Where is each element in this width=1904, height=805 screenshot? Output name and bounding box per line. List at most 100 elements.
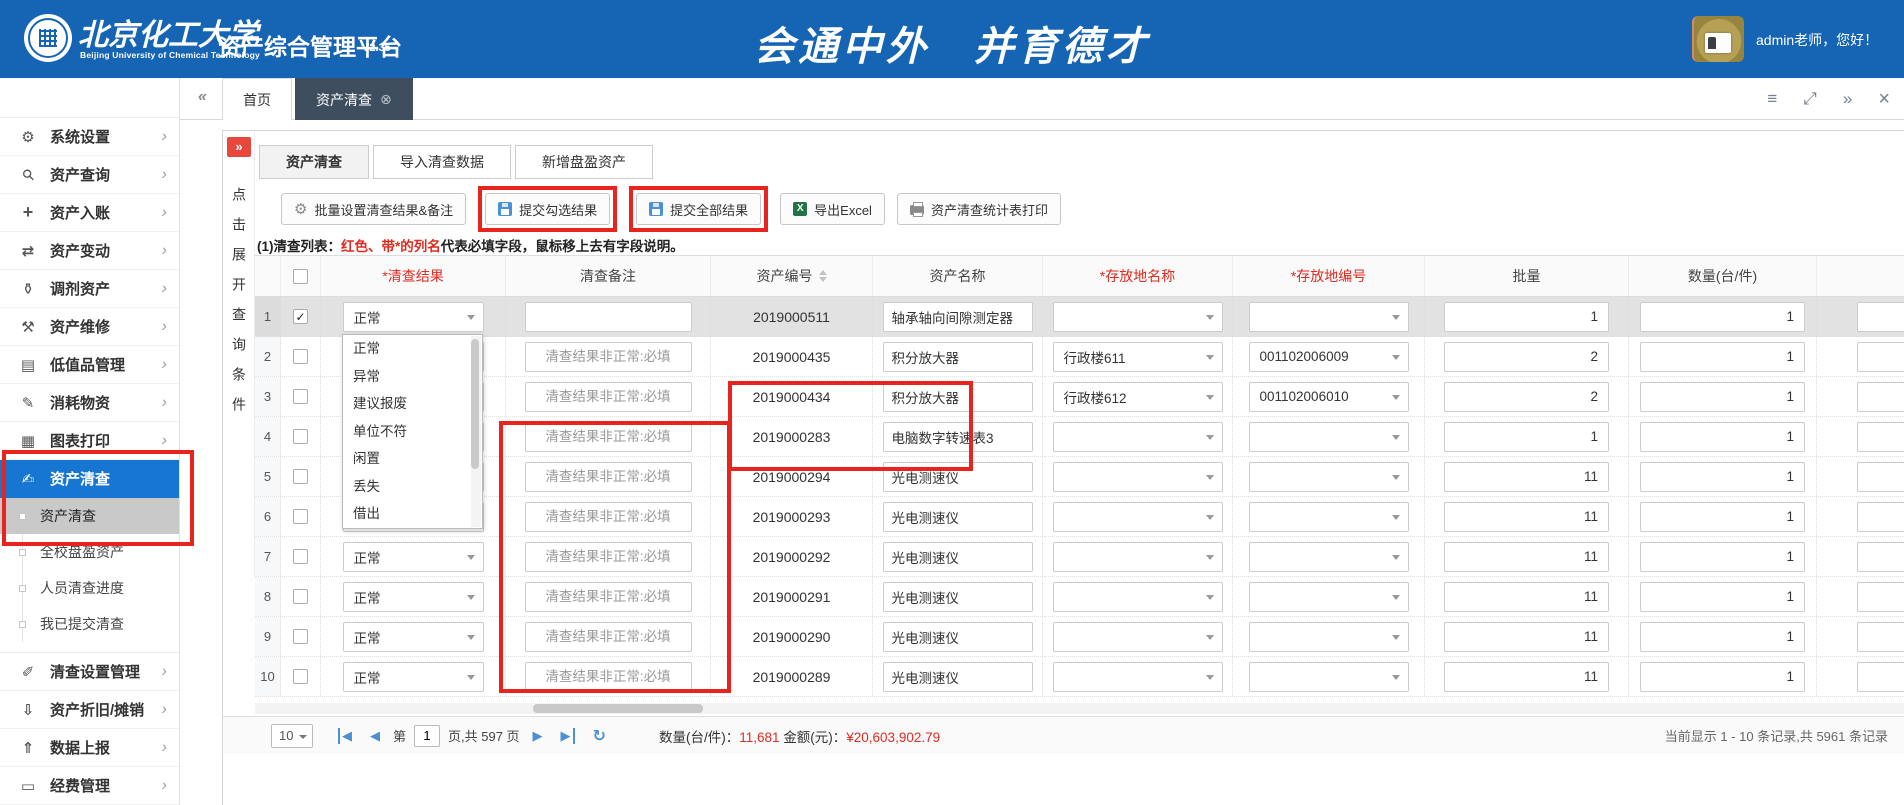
- forward-icon[interactable]: [1843, 89, 1852, 109]
- location-code-select[interactable]: 001102006009: [1249, 342, 1409, 372]
- row-checkbox[interactable]: [293, 549, 308, 564]
- location-code-select[interactable]: [1249, 462, 1409, 492]
- location-name-select[interactable]: [1053, 582, 1223, 612]
- content-tab[interactable]: 新增盘盈资产: [515, 145, 653, 179]
- location-code-select[interactable]: [1249, 422, 1409, 452]
- location-name-select[interactable]: [1053, 462, 1223, 492]
- content-tab[interactable]: 导入清查数据: [373, 145, 511, 179]
- page-tab[interactable]: 资产清查: [295, 78, 413, 120]
- check-comment-input[interactable]: [525, 582, 692, 612]
- location-code-select[interactable]: [1249, 662, 1409, 692]
- quantity-input[interactable]: [1640, 542, 1805, 572]
- sidebar-item[interactable]: 经费管理: [0, 767, 179, 805]
- check-result-select[interactable]: 正常: [343, 622, 484, 652]
- location-code-select[interactable]: 001102006010: [1249, 382, 1409, 412]
- quantity-input[interactable]: [1640, 462, 1805, 492]
- batch-input[interactable]: [1444, 582, 1609, 612]
- row-checkbox[interactable]: [293, 349, 308, 364]
- check-comment-input[interactable]: [525, 662, 692, 692]
- quantity-input[interactable]: [1640, 502, 1805, 532]
- row-checkbox[interactable]: [293, 629, 308, 644]
- row-checkbox[interactable]: [293, 469, 308, 484]
- expand-icon[interactable]: [1803, 89, 1817, 109]
- batch-input[interactable]: [1444, 342, 1609, 372]
- dropdown-scrollbar-thumb[interactable]: [471, 339, 479, 469]
- batch-input[interactable]: [1444, 502, 1609, 532]
- dropdown-option[interactable]: 正常: [343, 335, 482, 363]
- check-comment-input[interactable]: [525, 342, 692, 372]
- row-checkbox[interactable]: [293, 389, 308, 404]
- sidebar-item[interactable]: 资产变动: [0, 232, 179, 270]
- content-tab[interactable]: 资产清查: [259, 145, 369, 179]
- sidebar-subitem[interactable]: 人员清查进度: [0, 570, 179, 606]
- dropdown-scrollbar-track[interactable]: [471, 336, 481, 527]
- batch-input[interactable]: [1444, 462, 1609, 492]
- dropdown-option[interactable]: 异常: [343, 363, 482, 391]
- next-page-button[interactable]: [533, 728, 543, 744]
- check-comment-input[interactable]: [525, 422, 692, 452]
- dropdown-option[interactable]: 单位不符: [343, 418, 482, 446]
- sidebar-item[interactable]: 资产入账: [0, 194, 179, 232]
- check-result-select[interactable]: 正常: [343, 582, 484, 612]
- menu-icon[interactable]: [1767, 89, 1777, 109]
- location-name-select[interactable]: [1053, 662, 1223, 692]
- batch-input[interactable]: [1444, 302, 1609, 332]
- quantity-input[interactable]: [1640, 422, 1805, 452]
- check-comment-input[interactable]: [525, 462, 692, 492]
- select-all-checkbox[interactable]: [293, 269, 308, 284]
- location-code-select[interactable]: [1249, 502, 1409, 532]
- export-excel-button[interactable]: 导出Excel: [780, 193, 885, 225]
- check-result-select[interactable]: 正常: [343, 662, 484, 692]
- row-checkbox[interactable]: [293, 309, 308, 324]
- sidebar-item[interactable]: 资产折旧/摊销: [0, 691, 179, 729]
- check-comment-input[interactable]: [525, 382, 692, 412]
- location-code-select[interactable]: [1249, 302, 1409, 332]
- dropdown-option[interactable]: 建议报废: [343, 390, 482, 418]
- last-page-button[interactable]: [561, 728, 575, 744]
- sidebar-item[interactable]: 资产查询: [0, 156, 179, 194]
- check-comment-input[interactable]: [525, 622, 692, 652]
- batch-input[interactable]: [1444, 542, 1609, 572]
- page-input[interactable]: [414, 725, 440, 747]
- close-icon[interactable]: [1878, 88, 1890, 111]
- row-checkbox[interactable]: [293, 589, 308, 604]
- page-size-select[interactable]: 10: [271, 724, 313, 748]
- sidebar-item[interactable]: 资产清查: [0, 460, 179, 498]
- sidebar-item[interactable]: 清查设置管理: [0, 653, 179, 691]
- location-name-select[interactable]: [1053, 302, 1223, 332]
- quantity-input[interactable]: [1640, 662, 1805, 692]
- submit-all-results-button[interactable]: 提交全部结果: [636, 193, 761, 225]
- quantity-input[interactable]: [1640, 302, 1805, 332]
- avatar[interactable]: [1692, 16, 1744, 62]
- location-name-select[interactable]: [1053, 542, 1223, 572]
- sidebar-item[interactable]: 调剂资产: [0, 270, 179, 308]
- location-code-select[interactable]: [1249, 622, 1409, 652]
- location-code-select[interactable]: [1249, 582, 1409, 612]
- sidebar-item[interactable]: 资产维修: [0, 308, 179, 346]
- dropdown-option[interactable]: 丢失: [343, 473, 482, 501]
- batch-input[interactable]: [1444, 422, 1609, 452]
- row-checkbox[interactable]: [293, 669, 308, 684]
- sidebar-item[interactable]: 系统设置: [0, 118, 179, 156]
- quantity-input[interactable]: [1640, 342, 1805, 372]
- collapse-tabs-icon[interactable]: [198, 88, 207, 106]
- row-checkbox[interactable]: [293, 429, 308, 444]
- quantity-input[interactable]: [1640, 622, 1805, 652]
- print-statistics-button[interactable]: 资产清查统计表打印: [897, 193, 1061, 225]
- prev-page-button[interactable]: [370, 728, 380, 744]
- check-comment-input[interactable]: [525, 502, 692, 532]
- dropdown-option[interactable]: 借出: [343, 500, 482, 528]
- horizontal-scrollbar[interactable]: [255, 703, 1904, 714]
- tab-close-icon[interactable]: [380, 91, 392, 108]
- sidebar-item[interactable]: 低值品管理: [0, 346, 179, 384]
- header-asset-id[interactable]: 资产编号: [711, 256, 873, 296]
- row-checkbox[interactable]: [293, 509, 308, 524]
- check-result-select[interactable]: 正常: [343, 542, 484, 572]
- sort-icon[interactable]: [819, 266, 827, 286]
- sidebar-item[interactable]: 数据上报: [0, 729, 179, 767]
- location-name-select[interactable]: 行政楼611: [1053, 342, 1223, 372]
- first-page-button[interactable]: [338, 728, 352, 744]
- location-name-select[interactable]: [1053, 502, 1223, 532]
- submit-checked-results-button[interactable]: 提交勾选结果: [485, 193, 610, 225]
- location-name-select[interactable]: 行政楼612: [1053, 382, 1223, 412]
